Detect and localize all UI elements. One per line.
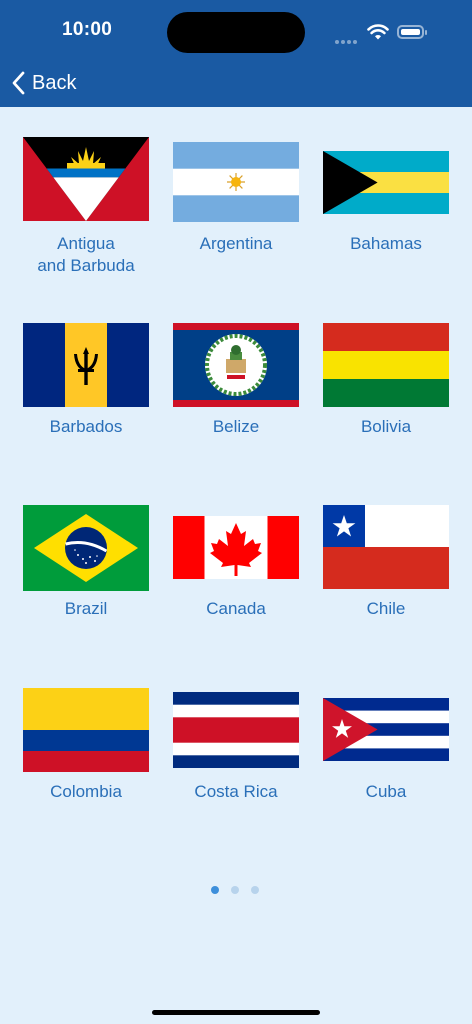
flag-label: Bolivia: [360, 417, 412, 436]
flag-item-belize[interactable]: Belize: [173, 323, 323, 443]
flag-item-barbados[interactable]: Barbados: [23, 323, 173, 443]
flag-belize: [173, 323, 299, 407]
flag-item-bahamas[interactable]: Bahamas: [323, 151, 472, 271]
flag-brazil: [23, 505, 149, 591]
flag-item-brazil[interactable]: Brazil: [23, 505, 173, 625]
flag-item-colombia[interactable]: Colombia: [23, 688, 173, 808]
flag-chile: [323, 505, 449, 589]
flag-label: Chile: [366, 599, 406, 618]
flag-cuba: [323, 698, 449, 761]
flag-bahamas: [323, 151, 449, 214]
flag-argentina: [173, 142, 299, 222]
flag-label: Costa Rica: [194, 782, 278, 801]
flag-colombia: [23, 688, 149, 772]
flag-label: Brazil: [64, 599, 108, 618]
flag-grid: Antigua and Barbuda Argentina Bahamas Ba…: [0, 0, 472, 1024]
page-indicator[interactable]: [211, 886, 265, 896]
flag-item-antigua-and-barbuda[interactable]: Antigua and Barbuda: [23, 137, 173, 287]
flag-item-chile[interactable]: Chile: [323, 505, 472, 625]
flag-label: Canada: [206, 599, 266, 618]
flag-item-canada[interactable]: Canada: [173, 516, 323, 626]
flag-canada: [173, 516, 299, 579]
flag-label: Bahamas: [350, 234, 422, 253]
flag-label: Antigua and Barbuda: [37, 234, 135, 275]
flag-item-argentina[interactable]: Argentina: [173, 142, 323, 282]
flag-label: Belize: [212, 417, 260, 436]
flag-costa-rica: [173, 692, 299, 768]
flag-item-cuba[interactable]: Cuba: [323, 698, 472, 808]
page-dot-1[interactable]: [211, 886, 219, 894]
flag-bolivia: [323, 323, 449, 407]
flag-label: Argentina: [199, 234, 273, 253]
page-dot-3[interactable]: [251, 886, 259, 894]
flag-barbados: [23, 323, 149, 407]
flag-item-bolivia[interactable]: Bolivia: [323, 323, 472, 443]
page-dot-2[interactable]: [231, 886, 239, 894]
flag-label: Cuba: [365, 782, 407, 801]
flag-label: Colombia: [50, 782, 122, 801]
home-indicator[interactable]: [152, 1010, 320, 1015]
flag-label: Barbados: [49, 417, 123, 436]
flag-item-costa-rica[interactable]: Costa Rica: [173, 692, 323, 808]
flag-antigua-and-barbuda: [23, 137, 149, 221]
